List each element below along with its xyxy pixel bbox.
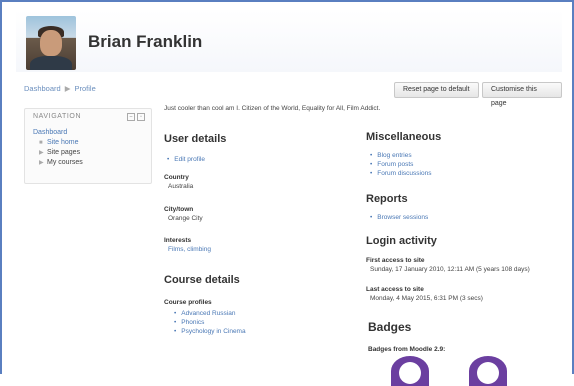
expand-arrow-icon: ▶ bbox=[39, 150, 44, 156]
edit-profile-list: Edit profile bbox=[167, 155, 205, 164]
forum-posts-link[interactable]: Forum posts bbox=[370, 160, 431, 169]
reports-heading: Reports bbox=[366, 193, 408, 205]
miscellaneous-heading: Miscellaneous bbox=[366, 131, 442, 143]
user-avatar[interactable] bbox=[26, 16, 76, 70]
last-access-value: Monday, 4 May 2015, 6:31 PM (3 secs) bbox=[370, 295, 483, 302]
course-link[interactable]: Advanced Russian bbox=[174, 309, 246, 318]
course-profiles-label: Course profiles bbox=[164, 299, 212, 306]
breadcrumb-dashboard[interactable]: Dashboard bbox=[24, 84, 61, 93]
first-access-value: Sunday, 17 January 2010, 12:11 AM (5 yea… bbox=[370, 266, 530, 273]
country-label: Country bbox=[164, 174, 189, 181]
user-full-name: Brian Franklin bbox=[88, 32, 203, 51]
course-link[interactable]: Psychology in Cinema bbox=[174, 327, 245, 336]
badges-from-label: Badges from Moodle 2.9: bbox=[368, 346, 446, 353]
breadcrumb: Dashboard ▶ Profile bbox=[24, 84, 96, 93]
forum-discussions-link[interactable]: Forum discussions bbox=[370, 169, 431, 178]
edit-profile-link[interactable]: Edit profile bbox=[167, 155, 205, 164]
collapse-icon[interactable]: ▫ bbox=[137, 113, 145, 121]
reset-page-button[interactable]: Reset page to default bbox=[394, 82, 479, 98]
avatar-shirt bbox=[30, 56, 72, 70]
nav-item-site-pages[interactable]: ▶ Site pages bbox=[39, 148, 83, 158]
breadcrumb-bar: Dashboard ▶ Profile Reset page to default … bbox=[16, 80, 562, 107]
navigation-block: NAVIGATION – ▫ Dashboard ■ Site home ▶ Sit… bbox=[24, 108, 152, 184]
browser-sessions-link[interactable]: Browser sessions bbox=[370, 213, 428, 222]
profile-window: Brian Franklin Dashboard ▶ Profile Reset p… bbox=[0, 0, 574, 386]
breadcrumb-profile[interactable]: Profile bbox=[74, 84, 95, 93]
course-list: Advanced Russian Phonics Psychology in C… bbox=[174, 309, 246, 336]
blog-entries-link[interactable]: Blog entries bbox=[370, 151, 431, 160]
country-value: Australia bbox=[168, 183, 194, 190]
breadcrumb-separator-icon: ▶ bbox=[64, 84, 71, 93]
customise-page-button[interactable]: Customise this page bbox=[482, 82, 562, 107]
navigation-list: Dashboard ■ Site home ▶ Site pages ▶ My cou… bbox=[33, 129, 83, 168]
profile-header: Brian Franklin bbox=[16, 10, 562, 72]
badge-icon[interactable] bbox=[469, 356, 507, 386]
login-activity-heading: Login activity bbox=[366, 235, 437, 247]
nav-item-dashboard[interactable]: Dashboard bbox=[33, 129, 83, 136]
badges-heading: Badges bbox=[368, 320, 412, 334]
dock-icon[interactable]: – bbox=[127, 113, 135, 121]
interests-label: Interests bbox=[164, 237, 192, 244]
miscellaneous-list: Blog entries Forum posts Forum discussio… bbox=[370, 151, 431, 178]
navigation-controls: – ▫ bbox=[127, 113, 145, 121]
course-link[interactable]: Phonics bbox=[174, 318, 246, 327]
nav-item-site-home[interactable]: ■ Site home bbox=[39, 138, 83, 148]
expand-arrow-icon: ▶ bbox=[39, 160, 44, 166]
first-access-label: First access to site bbox=[366, 257, 425, 264]
bullet-icon: ■ bbox=[39, 140, 43, 146]
city-label: City/town bbox=[164, 206, 194, 213]
avatar-face bbox=[40, 30, 62, 56]
course-details-heading: Course details bbox=[164, 274, 240, 286]
interests-value[interactable]: Films, climbing bbox=[168, 246, 211, 253]
reports-list: Browser sessions bbox=[370, 213, 428, 222]
user-details-heading: User details bbox=[164, 133, 227, 145]
profile-description: Just cooler than cool am I. Citizen of t… bbox=[164, 105, 381, 112]
city-value: Orange City bbox=[168, 215, 203, 222]
badge-icon[interactable] bbox=[391, 356, 429, 386]
navigation-title: NAVIGATION bbox=[33, 113, 82, 120]
last-access-label: Last access to site bbox=[366, 286, 424, 293]
nav-item-my-courses[interactable]: ▶ My courses bbox=[39, 158, 83, 168]
